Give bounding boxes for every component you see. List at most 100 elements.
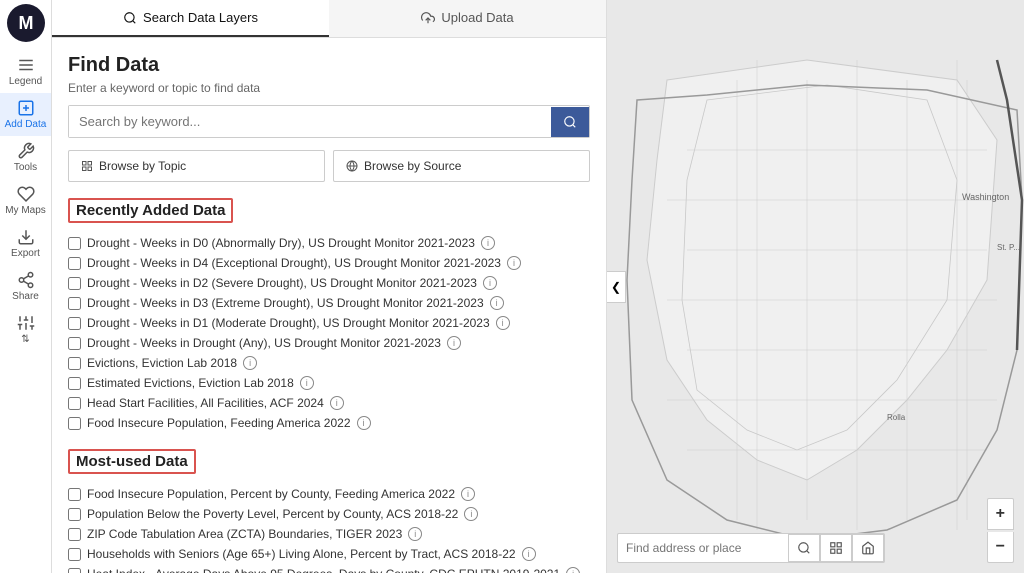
recently-added-section: Recently Added Data Drought - Weeks in D… <box>68 198 590 433</box>
info-icon[interactable]: i <box>464 507 478 521</box>
item-label: Households with Seniors (Age 65+) Living… <box>87 547 516 561</box>
info-icon[interactable]: i <box>447 336 461 350</box>
map-search-input[interactable] <box>618 535 788 561</box>
tabs-bar: Search Data Layers Upload Data <box>52 0 606 38</box>
info-icon[interactable]: i <box>481 236 495 250</box>
item-checkbox[interactable] <box>68 417 81 430</box>
item-checkbox[interactable] <box>68 337 81 350</box>
most-used-list: Food Insecure Population, Percent by Cou… <box>68 484 590 573</box>
find-data-subtitle: Enter a keyword or topic to find data <box>68 81 590 95</box>
item-checkbox[interactable] <box>68 357 81 370</box>
sidebar-item-share-label: Share <box>12 291 39 302</box>
item-checkbox[interactable] <box>68 257 81 270</box>
info-icon[interactable]: i <box>507 256 521 270</box>
info-icon[interactable]: i <box>357 416 371 430</box>
item-label: Drought - Weeks in Drought (Any), US Dro… <box>87 336 441 350</box>
recently-added-header: Recently Added Data <box>68 198 233 223</box>
item-label: Food Insecure Population, Feeding Americ… <box>87 416 351 430</box>
item-label: ZIP Code Tabulation Area (ZCTA) Boundari… <box>87 527 402 541</box>
sidebar-item-legend[interactable]: Legend <box>0 50 51 93</box>
app-logo: M <box>7 4 45 42</box>
map-search-button[interactable] <box>788 534 820 562</box>
info-icon[interactable]: i <box>300 376 314 390</box>
sidebar-item-add-data-label: Add Data <box>5 119 47 130</box>
sidebar-item-legend-label: Legend <box>9 76 42 87</box>
sidebar-item-export[interactable]: Export <box>0 222 51 265</box>
item-label: Heat Index - Average Days Above 95 Degre… <box>87 567 560 573</box>
item-checkbox[interactable] <box>68 377 81 390</box>
list-item: Households with Seniors (Age 65+) Living… <box>68 544 590 564</box>
info-icon[interactable]: i <box>243 356 257 370</box>
svg-text:Washington: Washington <box>962 192 1009 202</box>
item-checkbox[interactable] <box>68 397 81 410</box>
list-item: Head Start Facilities, All Facilities, A… <box>68 393 590 413</box>
list-item: ZIP Code Tabulation Area (ZCTA) Boundari… <box>68 524 590 544</box>
browse-source-label: Browse by Source <box>364 159 461 173</box>
search-button[interactable] <box>551 107 589 137</box>
list-item: Evictions, Eviction Lab 2018 i <box>68 353 590 373</box>
item-checkbox[interactable] <box>68 297 81 310</box>
item-label: Evictions, Eviction Lab 2018 <box>87 356 237 370</box>
browse-by-source-button[interactable]: Browse by Source <box>333 150 590 182</box>
zoom-in-button[interactable]: + <box>987 498 1014 530</box>
tab-upload-label: Upload Data <box>441 10 513 25</box>
zoom-out-button[interactable]: − <box>987 532 1014 563</box>
sidebar-item-tools[interactable]: Tools <box>0 136 51 179</box>
item-label: Food Insecure Population, Percent by Cou… <box>87 487 455 501</box>
item-label: Estimated Evictions, Eviction Lab 2018 <box>87 376 294 390</box>
item-label: Head Start Facilities, All Facilities, A… <box>87 396 324 410</box>
list-item: Population Below the Poverty Level, Perc… <box>68 504 590 524</box>
sidebar-item-my-maps-label: My Maps <box>5 205 46 216</box>
tab-upload[interactable]: Upload Data <box>329 0 606 37</box>
map-home-button[interactable] <box>852 534 884 562</box>
info-icon[interactable]: i <box>408 527 422 541</box>
icon-sidebar: M Legend Add Data Tools My Maps Export S… <box>0 0 52 573</box>
svg-text:St. P...: St. P... <box>997 243 1020 252</box>
tab-search[interactable]: Search Data Layers <box>52 0 329 37</box>
item-checkbox[interactable] <box>68 528 81 541</box>
list-item: Food Insecure Population, Percent by Cou… <box>68 484 590 504</box>
map-svg: Washington St. P... Rolla <box>607 0 1024 573</box>
item-checkbox[interactable] <box>68 317 81 330</box>
info-icon[interactable]: i <box>461 487 475 501</box>
svg-text:Rolla: Rolla <box>887 413 906 422</box>
item-checkbox[interactable] <box>68 488 81 501</box>
recently-added-list: Drought - Weeks in D0 (Abnormally Dry), … <box>68 233 590 433</box>
collapse-icon: ❮ <box>611 280 621 294</box>
list-item: Drought - Weeks in D3 (Extreme Drought),… <box>68 293 590 313</box>
sidebar-item-tools-label: Tools <box>14 162 37 173</box>
item-checkbox[interactable] <box>68 568 81 573</box>
info-icon[interactable]: i <box>483 276 497 290</box>
item-label: Drought - Weeks in D0 (Abnormally Dry), … <box>87 236 475 250</box>
map-grid-button[interactable] <box>820 534 852 562</box>
info-icon[interactable]: i <box>330 396 344 410</box>
info-icon[interactable]: i <box>490 296 504 310</box>
item-checkbox[interactable] <box>68 508 81 521</box>
svg-text:M: M <box>18 13 33 33</box>
item-checkbox[interactable] <box>68 277 81 290</box>
item-label: Drought - Weeks in D2 (Severe Drought), … <box>87 276 477 290</box>
sidebar-item-adjust[interactable]: ⇅ <box>0 308 51 351</box>
browse-by-topic-button[interactable]: Browse by Topic <box>68 150 325 182</box>
item-label: Drought - Weeks in D3 (Extreme Drought),… <box>87 296 484 310</box>
list-item: Heat Index - Average Days Above 95 Degre… <box>68 564 590 573</box>
info-icon[interactable]: i <box>566 567 580 573</box>
item-checkbox[interactable] <box>68 237 81 250</box>
item-label: Population Below the Poverty Level, Perc… <box>87 507 458 521</box>
sidebar-item-add-data[interactable]: Add Data <box>0 93 51 136</box>
sidebar-item-my-maps[interactable]: My Maps <box>0 179 51 222</box>
search-input[interactable] <box>69 106 551 137</box>
tab-search-label: Search Data Layers <box>143 10 258 25</box>
sidebar-item-share[interactable]: Share <box>0 265 51 308</box>
zoom-in-icon: + <box>996 505 1005 523</box>
search-bar <box>68 105 590 138</box>
browse-topic-label: Browse by Topic <box>99 159 186 173</box>
info-icon[interactable]: i <box>496 316 510 330</box>
content-area: Find Data Enter a keyword or topic to fi… <box>52 38 606 573</box>
list-item: Drought - Weeks in D1 (Moderate Drought)… <box>68 313 590 333</box>
info-icon[interactable]: i <box>522 547 536 561</box>
most-used-header: Most-used Data <box>68 449 196 474</box>
collapse-panel-button[interactable]: ❮ <box>607 271 626 303</box>
list-item: Estimated Evictions, Eviction Lab 2018 i <box>68 373 590 393</box>
item-checkbox[interactable] <box>68 548 81 561</box>
